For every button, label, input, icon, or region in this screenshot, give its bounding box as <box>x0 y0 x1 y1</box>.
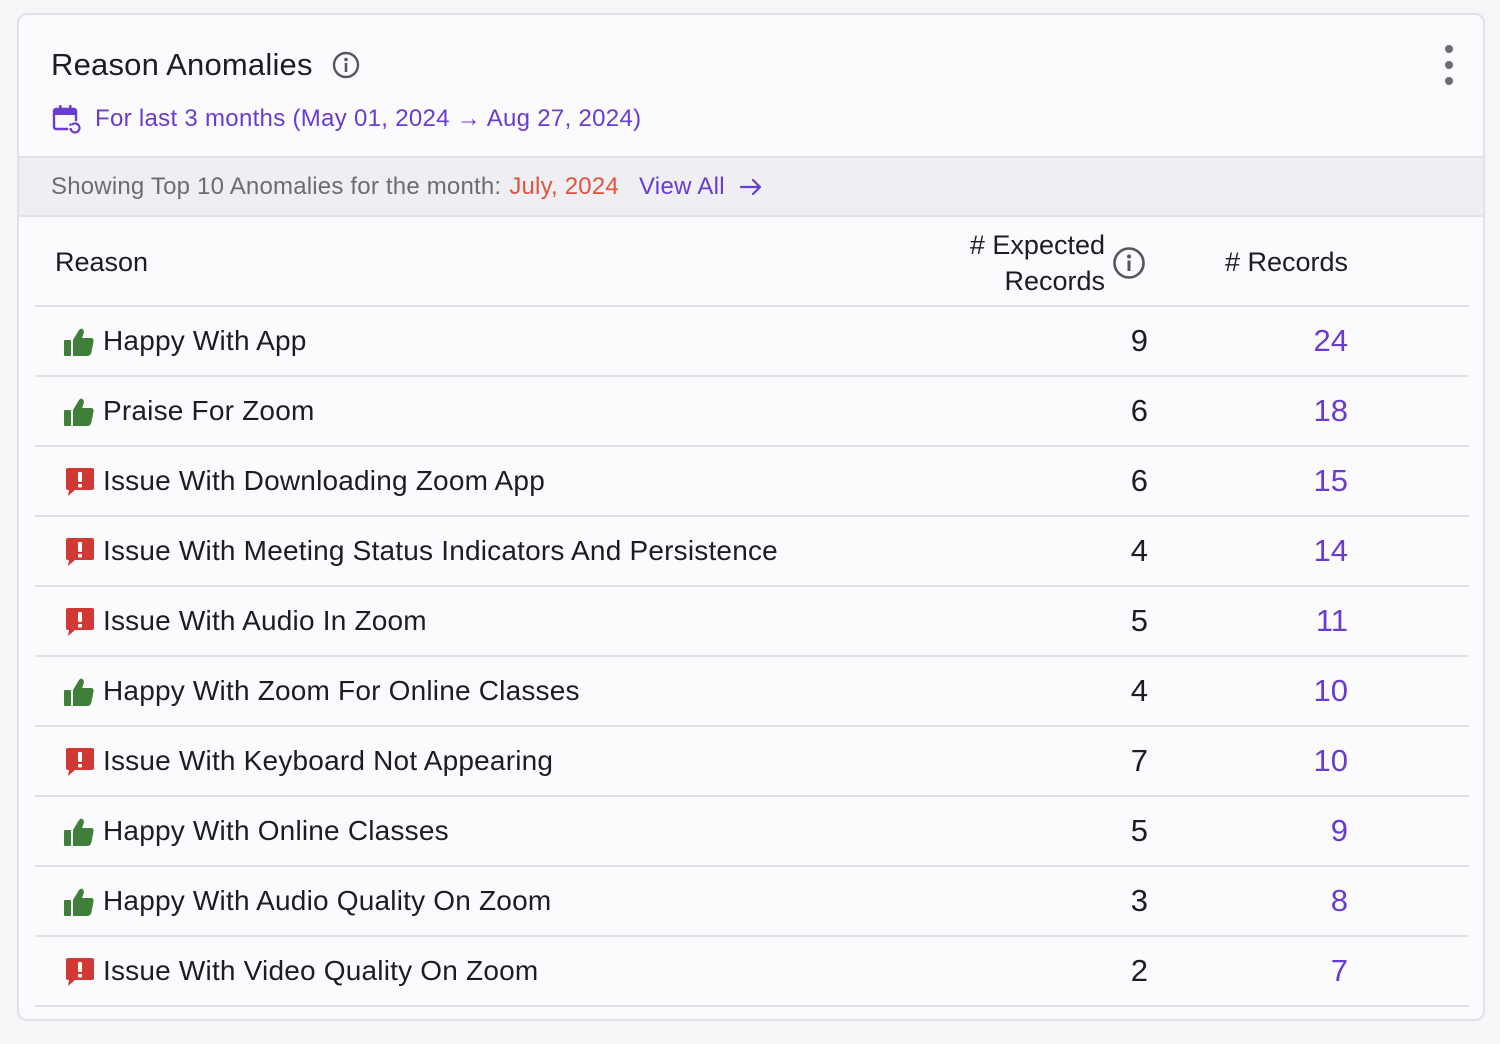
row-reason: Issue With Meeting Status Indicators And… <box>103 535 778 566</box>
row-expected-records: 5 <box>1130 813 1148 848</box>
row-records-link[interactable]: 10 <box>1185 743 1348 779</box>
table-row[interactable]: Issue With Meeting Status Indicators And… <box>35 517 1469 587</box>
thumbs-up-icon <box>63 676 95 708</box>
row-expected-records: 9 <box>1130 323 1148 358</box>
table-row[interactable]: Happy With Online Classes 5 9 <box>35 797 1469 867</box>
thumbs-up-icon <box>63 886 95 918</box>
row-reason: Issue With Audio In Zoom <box>103 605 427 636</box>
row-expected-records: 3 <box>1130 883 1148 918</box>
title-row: Reason Anomalies <box>51 47 361 83</box>
table-row[interactable]: Praise For Zoom 6 18 <box>35 377 1469 447</box>
info-icon[interactable] <box>331 50 361 80</box>
row-expected-records: 2 <box>1130 953 1148 988</box>
column-header-expected-records[interactable]: # Expected Records <box>915 227 1105 299</box>
expected-records-info-icon[interactable] <box>1112 246 1146 280</box>
banner-prefix: Showing Top 10 Anomalies for the month: <box>51 172 502 200</box>
row-records-link[interactable]: 10 <box>1185 673 1348 709</box>
table-row[interactable]: Happy With Audio Quality On Zoom 3 8 <box>35 867 1469 937</box>
row-records-link[interactable]: 7 <box>1185 953 1348 989</box>
table-row[interactable]: Happy With Zoom For Online Classes 4 10 <box>35 657 1469 727</box>
row-records-link[interactable]: 14 <box>1185 533 1348 569</box>
row-reason: Praise For Zoom <box>103 395 315 426</box>
row-expected-records: 5 <box>1130 603 1148 638</box>
row-expected-records: 7 <box>1130 743 1148 778</box>
expected-header-line1: # Expected <box>969 230 1105 260</box>
column-header-reason[interactable]: Reason <box>55 247 148 278</box>
row-reason: Issue With Keyboard Not Appearing <box>103 745 554 776</box>
alert-comment-icon <box>63 956 95 988</box>
table-row[interactable]: Issue With Audio In Zoom 5 11 <box>35 587 1469 657</box>
table-row[interactable]: Issue With Keyboard Not Appearing 7 10 <box>35 727 1469 797</box>
arrow-right-icon <box>739 178 762 195</box>
row-expected-records: 6 <box>1130 463 1148 498</box>
more-options-icon[interactable] <box>1437 45 1461 85</box>
card-title: Reason Anomalies <box>51 47 313 82</box>
row-records-link[interactable]: 15 <box>1185 463 1348 499</box>
alert-comment-icon <box>63 746 95 778</box>
card-header: Reason Anomalies For last 3 months (May … <box>19 15 1483 156</box>
alert-comment-icon <box>63 466 95 498</box>
alert-comment-icon <box>63 536 95 568</box>
calendar-refresh-icon <box>51 103 83 135</box>
table-header: Reason # Expected Records # Records <box>35 217 1469 307</box>
date-range[interactable]: For last 3 months (May 01, 2024 → Aug 27… <box>51 103 641 135</box>
expected-header-line2: Records <box>1004 266 1105 296</box>
row-records-link[interactable]: 8 <box>1185 883 1348 919</box>
table-body: Happy With App 9 24 Praise For Zoom 6 18 Issue… <box>35 307 1469 1007</box>
top-anomalies-banner: Showing Top 10 Anomalies for the month: … <box>19 156 1483 217</box>
reason-anomalies-card: Reason Anomalies For last 3 months (May … <box>17 13 1485 1021</box>
banner-month: July, 2024 <box>509 172 619 200</box>
row-expected-records: 4 <box>1130 673 1148 708</box>
row-reason: Happy With App <box>103 325 307 356</box>
thumbs-up-icon <box>63 396 95 428</box>
table-row[interactable]: Happy With App 9 24 <box>35 307 1469 377</box>
view-all-link[interactable]: View All <box>639 173 763 201</box>
row-reason: Happy With Zoom For Online Classes <box>103 675 580 706</box>
row-records-link[interactable]: 11 <box>1185 603 1348 639</box>
column-header-records[interactable]: # Records <box>1155 247 1348 278</box>
anomalies-table: Reason # Expected Records # Records Happ… <box>35 217 1469 1007</box>
row-reason: Issue With Video Quality On Zoom <box>103 955 539 986</box>
date-range-text: For last 3 months (May 01, 2024 → Aug 27… <box>95 105 642 132</box>
row-reason: Happy With Audio Quality On Zoom <box>103 885 552 916</box>
row-expected-records: 4 <box>1130 533 1148 568</box>
row-reason: Issue With Downloading Zoom App <box>103 465 545 496</box>
row-reason: Happy With Online Classes <box>103 815 449 846</box>
thumbs-up-icon <box>63 816 95 848</box>
table-row[interactable]: Issue With Video Quality On Zoom 2 7 <box>35 937 1469 1007</box>
row-records-link[interactable]: 24 <box>1185 323 1348 359</box>
table-row[interactable]: Issue With Downloading Zoom App 6 15 <box>35 447 1469 517</box>
row-records-link[interactable]: 18 <box>1185 393 1348 429</box>
view-all-label: View All <box>638 172 725 200</box>
row-records-link[interactable]: 9 <box>1185 813 1348 849</box>
alert-comment-icon <box>63 606 95 638</box>
thumbs-up-icon <box>63 326 95 358</box>
row-expected-records: 6 <box>1130 393 1148 428</box>
